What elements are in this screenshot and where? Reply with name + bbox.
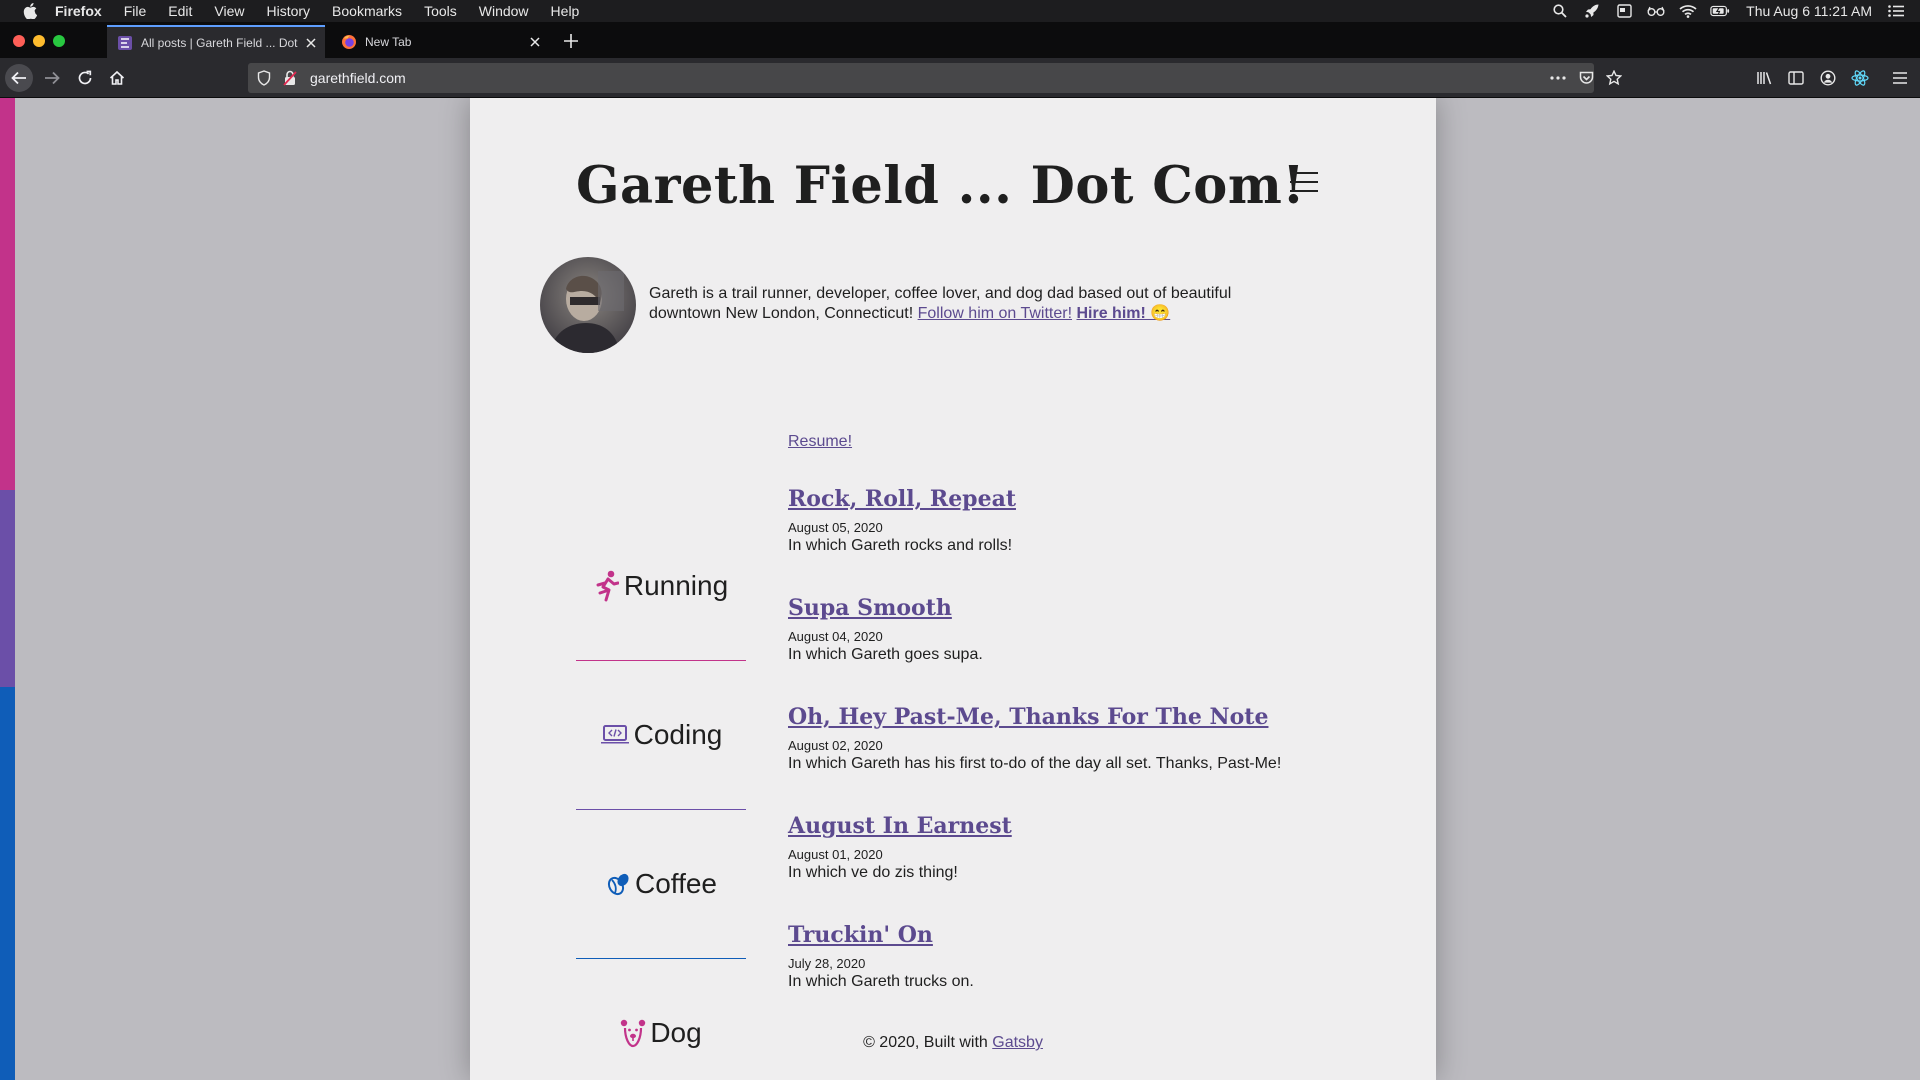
close-window-button[interactable]: [13, 35, 25, 47]
interest-dog: Dog: [576, 959, 746, 1080]
site-favicon-icon: [117, 35, 133, 51]
interest-label: Coffee: [635, 868, 717, 899]
site-menu-button[interactable]: [1290, 172, 1318, 194]
url-text[interactable]: garethfield.com: [310, 63, 406, 93]
post-title-link[interactable]: Truckin' On: [788, 922, 1388, 952]
post-title-link[interactable]: August In Earnest: [788, 813, 1388, 843]
menu-window[interactable]: Window: [479, 3, 529, 19]
interest-coffee: Coffee: [576, 810, 746, 959]
tracking-shield-icon[interactable]: [256, 70, 272, 86]
post-date: August 02, 2020: [788, 738, 883, 753]
address-bar[interactable]: garethfield.com: [248, 63, 1622, 93]
menu-firefox[interactable]: Firefox: [55, 3, 102, 19]
library-icon[interactable]: [1755, 69, 1773, 87]
post-description: In which Gareth has his first to-do of t…: [788, 755, 1282, 772]
post-description: In which Gareth rocks and rolls!: [788, 537, 1013, 554]
post-title-link[interactable]: Oh, Hey Past-Me, Thanks For The Note: [788, 704, 1388, 734]
post-date: July 28, 2020: [788, 956, 866, 971]
calendar-widget-icon[interactable]: [1614, 3, 1634, 19]
interest-coding: Coding: [576, 661, 746, 810]
account-icon[interactable]: [1819, 69, 1837, 87]
author-avatar: [540, 257, 636, 353]
post-title-link[interactable]: Rock, Roll, Repeat: [788, 486, 1388, 516]
page-viewport: Gareth Field ... Dot Com! Gareth is a tr…: [0, 98, 1920, 1080]
menu-history[interactable]: History: [266, 3, 310, 19]
navigation-toolbar: garethfield.com: [0, 58, 1920, 98]
bookmark-star-icon[interactable]: [1606, 70, 1622, 86]
insecure-lock-icon[interactable]: [282, 70, 298, 86]
macos-menu-bar: Firefox File Edit View History Bookmarks…: [0, 0, 1920, 22]
interest-running: Running: [576, 512, 746, 661]
post-description: In which Gareth trucks on.: [788, 973, 974, 990]
post-date: August 04, 2020: [788, 629, 883, 644]
pocket-icon[interactable]: [1578, 70, 1594, 86]
site-title[interactable]: Gareth Field ... Dot Com!: [576, 156, 1305, 216]
hire-him-link[interactable]: Hire him! 😁: [1076, 305, 1170, 322]
running-person-icon: [594, 570, 620, 602]
menu-help[interactable]: Help: [551, 3, 580, 19]
battery-icon[interactable]: [1710, 3, 1730, 19]
react-devtools-icon[interactable]: [1851, 69, 1869, 87]
post-item: Oh, Hey Past-Me, Thanks For The Note Aug…: [788, 704, 1388, 773]
firefox-favicon-icon: [341, 34, 357, 50]
resume-link[interactable]: Resume!: [788, 433, 852, 451]
back-arrow-icon[interactable]: [5, 64, 33, 92]
post-item: Supa Smooth August 04, 2020 In which Gar…: [788, 595, 1388, 664]
post-description: In which Gareth goes supa.: [788, 646, 983, 663]
zoom-window-button[interactable]: [53, 35, 65, 47]
tab-title: All posts | Gareth Field ... Dot C: [141, 35, 299, 50]
menu-tools[interactable]: Tools: [424, 3, 457, 19]
post-description: In which ve do zis thing!: [788, 864, 958, 881]
new-tab-plus-icon[interactable]: [558, 28, 584, 54]
coffee-beans-icon: [605, 868, 631, 900]
post-item: Rock, Roll, Repeat August 05, 2020 In wh…: [788, 486, 1388, 555]
post-date: August 05, 2020: [788, 520, 883, 535]
rocket-icon[interactable]: [1582, 3, 1602, 19]
close-tab-icon[interactable]: [527, 34, 543, 50]
laptop-code-icon: [600, 719, 630, 751]
menu-view[interactable]: View: [214, 3, 244, 19]
tab-new-tab[interactable]: New Tab: [331, 25, 549, 58]
menu-edit[interactable]: Edit: [168, 3, 192, 19]
menubar-clock[interactable]: Thu Aug 6 11:21 AM: [1746, 3, 1872, 19]
site-footer: © 2020, Built with Gatsby: [470, 1034, 1436, 1052]
home-icon[interactable]: [103, 64, 131, 92]
tab-title: New Tab: [365, 34, 412, 49]
browser-tab-strip: All posts | Gareth Field ... Dot C New T…: [0, 22, 1920, 58]
glasses-icon[interactable]: [1646, 3, 1666, 19]
hamburger-menu-icon[interactable]: [1891, 69, 1909, 87]
post-item: Truckin' On July 28, 2020 In which Garet…: [788, 922, 1388, 991]
post-date: August 01, 2020: [788, 847, 883, 862]
tab-all-posts[interactable]: All posts | Gareth Field ... Dot C: [107, 25, 325, 58]
interest-label: Running: [623, 570, 729, 601]
close-tab-icon[interactable]: [303, 35, 319, 51]
post-item: August In Earnest August 01, 2020 In whi…: [788, 813, 1388, 882]
minimize-window-button[interactable]: [33, 35, 45, 47]
twitter-link[interactable]: Follow him on Twitter!: [918, 305, 1072, 322]
post-title-link[interactable]: Supa Smooth: [788, 595, 1388, 625]
spotlight-search-icon[interactable]: [1550, 3, 1570, 19]
decorative-color-stripe: [0, 98, 15, 1080]
notification-center-icon[interactable]: [1886, 3, 1906, 19]
menu-bookmarks[interactable]: Bookmarks: [332, 3, 402, 19]
footer-text: © 2020, Built with: [863, 1034, 993, 1051]
status-area: Thu Aug 6 11:21 AM: [1538, 0, 1906, 22]
sidebar-toggle-icon[interactable]: [1787, 69, 1805, 87]
apple-menu-icon[interactable]: [19, 3, 41, 19]
reload-icon[interactable]: [71, 64, 99, 92]
page-actions-ellipsis-icon[interactable]: [1550, 70, 1566, 86]
wifi-icon[interactable]: [1678, 3, 1698, 19]
forward-arrow-icon[interactable]: [38, 64, 66, 92]
author-bio: Gareth is a trail runner, developer, cof…: [649, 284, 1289, 324]
interest-label: Coding: [633, 719, 723, 750]
main-content-column: Gareth Field ... Dot Com! Gareth is a tr…: [470, 98, 1436, 1080]
menu-file[interactable]: File: [124, 3, 147, 19]
gatsby-link[interactable]: Gatsby: [992, 1034, 1043, 1051]
